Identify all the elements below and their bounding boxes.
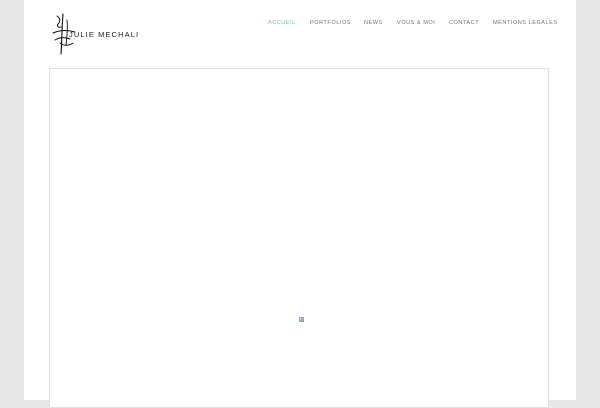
nav-item-news[interactable]: NEWS <box>364 19 383 27</box>
nav-item-accueil[interactable]: ACCUEIL <box>268 19 296 27</box>
site-logo-text: JULIE MECHALI <box>69 30 140 39</box>
main-navigation: ACCUEIL PORTFOLIOS NEWS VOUS & MOI CONTA… <box>24 19 576 29</box>
nav-item-contact[interactable]: CONTACT <box>449 19 479 27</box>
nav-item-portfolios[interactable]: PORTFOLIOS <box>310 19 351 27</box>
broken-image-icon <box>299 317 304 322</box>
nav-item-mentions-legales[interactable]: MENTIONS LEGALES <box>493 19 558 27</box>
page-container: JULIE MECHALI ACCUEIL PORTFOLIOS NEWS VO… <box>24 0 576 408</box>
nav-item-vous-et-moi[interactable]: VOUS & MOI <box>397 19 435 27</box>
site-header: JULIE MECHALI ACCUEIL PORTFOLIOS NEWS VO… <box>24 0 576 68</box>
content-frame <box>49 68 549 408</box>
